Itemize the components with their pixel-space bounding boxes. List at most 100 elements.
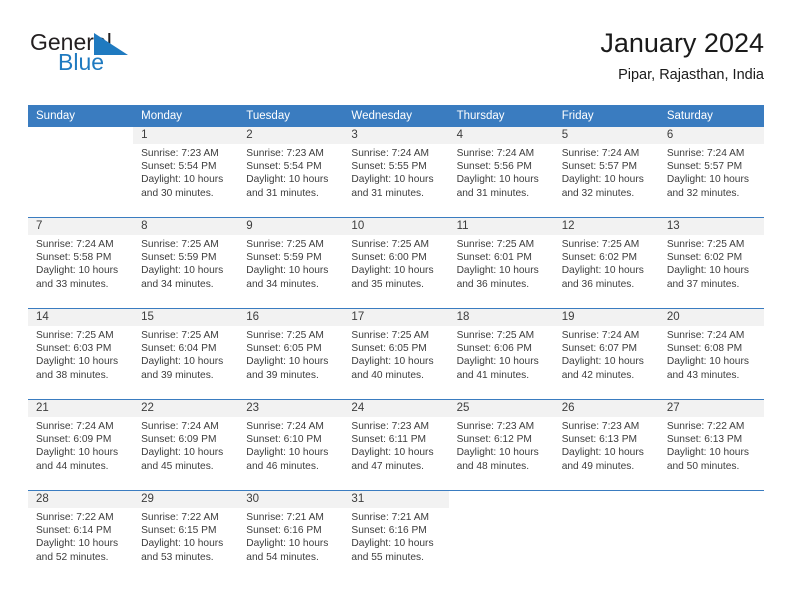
day-number: 7 (28, 218, 134, 235)
day-details: Sunrise: 7:24 AM Sunset: 5:57 PM Daylight:… (554, 144, 659, 200)
day-cell[interactable]: 3 Sunrise: 7:24 AM Sunset: 5:55 PM Daylight… (343, 127, 449, 217)
day-cell[interactable]: 10 Sunrise: 7:25 AM Sunset: 6:00 PM Dayligh… (343, 218, 449, 308)
calendar-cell: 19 Sunrise: 7:24 AM Sunset: 6:07 PM Dayligh… (553, 308, 659, 400)
sunrise-text: Sunrise: 7:22 AM (141, 512, 219, 523)
daylight-text: Daylight: 10 hours and 41 minutes. (456, 356, 539, 381)
daylight-text: Daylight: 10 hours and 39 minutes. (246, 356, 329, 381)
day-number: 20 (658, 309, 764, 326)
calendar-cell: 20 Sunrise: 7:24 AM Sunset: 6:08 PM Dayligh… (658, 308, 764, 400)
daylight-text: Daylight: 10 hours and 40 minutes. (351, 356, 434, 381)
day-cell[interactable]: 12 Sunrise: 7:25 AM Sunset: 6:02 PM Dayligh… (553, 218, 659, 308)
day-cell[interactable]: 7 Sunrise: 7:24 AM Sunset: 5:58 PM Daylight… (28, 218, 134, 308)
calendar-cell (448, 490, 554, 581)
sunset-text: Sunset: 6:08 PM (666, 343, 743, 355)
sunrise-text: Sunrise: 7:23 AM (351, 421, 430, 432)
day-cell[interactable]: 5 Sunrise: 7:24 AM Sunset: 5:57 PM Daylight… (553, 127, 659, 217)
sunset-text: Sunset: 5:55 PM (351, 161, 427, 173)
day-number (28, 127, 133, 144)
day-cell[interactable]: 9 Sunrise: 7:25 AM Sunset: 5:59 PM Daylight… (238, 218, 344, 308)
day-number: 21 (28, 400, 134, 417)
day-cell[interactable]: 22 Sunrise: 7:24 AM Sunset: 6:09 PM Dayligh… (133, 400, 239, 490)
calendar-cell: 7 Sunrise: 7:24 AM Sunset: 5:58 PM Daylight… (28, 217, 134, 309)
sunrise-text: Sunrise: 7:23 AM (246, 148, 324, 159)
daylight-text: Daylight: 10 hours and 49 minutes. (561, 447, 644, 472)
day-number: 12 (553, 218, 659, 235)
day-cell[interactable]: 2 Sunrise: 7:23 AM Sunset: 5:54 PM Daylight… (238, 127, 344, 217)
page-title: January 2024 (600, 28, 764, 58)
day-cell[interactable]: 6 Sunrise: 7:24 AM Sunset: 5:57 PM Daylight… (658, 127, 764, 217)
daylight-text: Daylight: 10 hours and 33 minutes. (36, 265, 119, 290)
sunrise-text: Sunrise: 7:21 AM (246, 512, 324, 523)
day-cell[interactable]: 24 Sunrise: 7:23 AM Sunset: 6:11 PM Dayligh… (343, 400, 449, 490)
day-number: 4 (448, 127, 554, 144)
day-cell[interactable]: 1 Sunrise: 7:23 AM Sunset: 5:54 PM Daylight… (133, 127, 239, 217)
calendar-cell: 25 Sunrise: 7:23 AM Sunset: 6:12 PM Dayligh… (448, 399, 554, 491)
sunset-text: Sunset: 5:56 PM (456, 161, 532, 173)
day-cell[interactable]: 25 Sunrise: 7:23 AM Sunset: 6:12 PM Dayligh… (448, 400, 554, 490)
day-details: Sunrise: 7:21 AM Sunset: 6:16 PM Daylight:… (238, 508, 343, 564)
daylight-text: Daylight: 10 hours and 31 minutes. (456, 174, 539, 199)
day-cell[interactable]: 11 Sunrise: 7:25 AM Sunset: 6:01 PM Dayligh… (448, 218, 554, 308)
day-number: 1 (133, 127, 239, 144)
day-cell[interactable]: 23 Sunrise: 7:24 AM Sunset: 6:10 PM Dayligh… (238, 400, 344, 490)
day-cell[interactable]: 4 Sunrise: 7:24 AM Sunset: 5:56 PM Daylight… (448, 127, 554, 217)
calendar-week-row: 14 Sunrise: 7:25 AM Sunset: 6:03 PM Dayligh… (28, 308, 764, 400)
day-cell[interactable]: 13 Sunrise: 7:25 AM Sunset: 6:02 PM Dayligh… (658, 218, 764, 308)
sunrise-text: Sunrise: 7:25 AM (351, 330, 430, 341)
day-number: 28 (28, 491, 134, 508)
sunset-text: Sunset: 6:12 PM (456, 434, 532, 446)
day-cell[interactable]: 14 Sunrise: 7:25 AM Sunset: 6:03 PM Dayligh… (28, 309, 134, 399)
calendar-cell: 10 Sunrise: 7:25 AM Sunset: 6:00 PM Dayligh… (343, 217, 449, 309)
sunset-text: Sunset: 6:13 PM (666, 434, 743, 446)
day-cell[interactable]: 17 Sunrise: 7:25 AM Sunset: 6:05 PM Dayligh… (343, 309, 449, 399)
day-cell[interactable]: 8 Sunrise: 7:25 AM Sunset: 5:59 PM Daylight… (133, 218, 239, 308)
weekday-header-row: Sunday Monday Tuesday Wednesday Thursday Frid… (28, 105, 764, 127)
calendar-cell: 9 Sunrise: 7:25 AM Sunset: 5:59 PM Daylight… (238, 217, 344, 309)
sunset-text: Sunset: 6:00 PM (351, 252, 427, 264)
day-cell[interactable]: 20 Sunrise: 7:24 AM Sunset: 6:08 PM Dayligh… (658, 309, 764, 399)
sunset-text: Sunset: 6:07 PM (561, 343, 638, 355)
sunset-text: Sunset: 6:13 PM (561, 434, 638, 446)
day-number: 24 (343, 400, 449, 417)
sunset-text: Sunset: 6:01 PM (456, 252, 532, 264)
day-cell[interactable]: 21 Sunrise: 7:24 AM Sunset: 6:09 PM Dayligh… (28, 400, 134, 490)
day-cell[interactable]: 26 Sunrise: 7:23 AM Sunset: 6:13 PM Dayligh… (553, 400, 659, 490)
calendar-cell: 31 Sunrise: 7:21 AM Sunset: 6:16 PM Dayligh… (343, 490, 449, 581)
sunrise-text: Sunrise: 7:24 AM (141, 421, 219, 432)
day-cell[interactable]: 15 Sunrise: 7:25 AM Sunset: 6:04 PM Dayligh… (133, 309, 239, 399)
daylight-text: Daylight: 10 hours and 38 minutes. (36, 356, 119, 381)
daylight-text: Daylight: 10 hours and 50 minutes. (666, 447, 749, 472)
calendar-cell: 18 Sunrise: 7:25 AM Sunset: 6:06 PM Dayligh… (448, 308, 554, 400)
sunrise-text: Sunrise: 7:24 AM (351, 148, 430, 159)
calendar-cell: 11 Sunrise: 7:25 AM Sunset: 6:01 PM Dayligh… (448, 217, 554, 309)
day-cell[interactable]: 18 Sunrise: 7:25 AM Sunset: 6:06 PM Dayligh… (448, 309, 554, 399)
sunrise-text: Sunrise: 7:22 AM (666, 421, 745, 432)
day-cell[interactable]: 30 Sunrise: 7:21 AM Sunset: 6:16 PM Dayligh… (238, 491, 344, 581)
day-cell[interactable]: 28 Sunrise: 7:22 AM Sunset: 6:14 PM Dayligh… (28, 491, 134, 581)
daylight-text: Daylight: 10 hours and 36 minutes. (456, 265, 539, 290)
day-details: Sunrise: 7:25 AM Sunset: 6:01 PM Daylight:… (449, 235, 554, 291)
day-cell[interactable]: 27 Sunrise: 7:22 AM Sunset: 6:13 PM Dayligh… (658, 400, 764, 490)
sunrise-text: Sunrise: 7:23 AM (561, 421, 640, 432)
calendar-cell: 28 Sunrise: 7:22 AM Sunset: 6:14 PM Dayligh… (28, 490, 134, 581)
sunrise-text: Sunrise: 7:24 AM (666, 148, 745, 159)
brand-logo[interactable]: General Blue (28, 30, 208, 90)
day-number: 30 (238, 491, 344, 508)
calendar-cell: 1 Sunrise: 7:23 AM Sunset: 5:54 PM Daylight… (133, 127, 239, 218)
daylight-text: Daylight: 10 hours and 54 minutes. (246, 538, 329, 563)
calendar-week-row: 21 Sunrise: 7:24 AM Sunset: 6:09 PM Dayligh… (28, 399, 764, 491)
day-cell[interactable]: 31 Sunrise: 7:21 AM Sunset: 6:16 PM Dayligh… (343, 491, 449, 581)
day-cell[interactable]: 19 Sunrise: 7:24 AM Sunset: 6:07 PM Dayligh… (553, 309, 659, 399)
daylight-text: Daylight: 10 hours and 35 minutes. (351, 265, 434, 290)
day-cell[interactable]: 16 Sunrise: 7:25 AM Sunset: 6:05 PM Dayligh… (238, 309, 344, 399)
day-number: 13 (658, 218, 764, 235)
day-details: Sunrise: 7:22 AM Sunset: 6:14 PM Daylight:… (28, 508, 133, 564)
day-details: Sunrise: 7:21 AM Sunset: 6:16 PM Daylight:… (343, 508, 448, 564)
calendar-cell: 12 Sunrise: 7:25 AM Sunset: 6:02 PM Dayligh… (553, 217, 659, 309)
sunset-text: Sunset: 6:16 PM (351, 525, 427, 537)
calendar-cell: 26 Sunrise: 7:23 AM Sunset: 6:13 PM Dayligh… (553, 399, 659, 491)
daylight-text: Daylight: 10 hours and 52 minutes. (36, 538, 119, 563)
day-cell[interactable]: 29 Sunrise: 7:22 AM Sunset: 6:15 PM Dayligh… (133, 491, 239, 581)
sunrise-text: Sunrise: 7:21 AM (351, 512, 430, 523)
day-number: 16 (238, 309, 344, 326)
